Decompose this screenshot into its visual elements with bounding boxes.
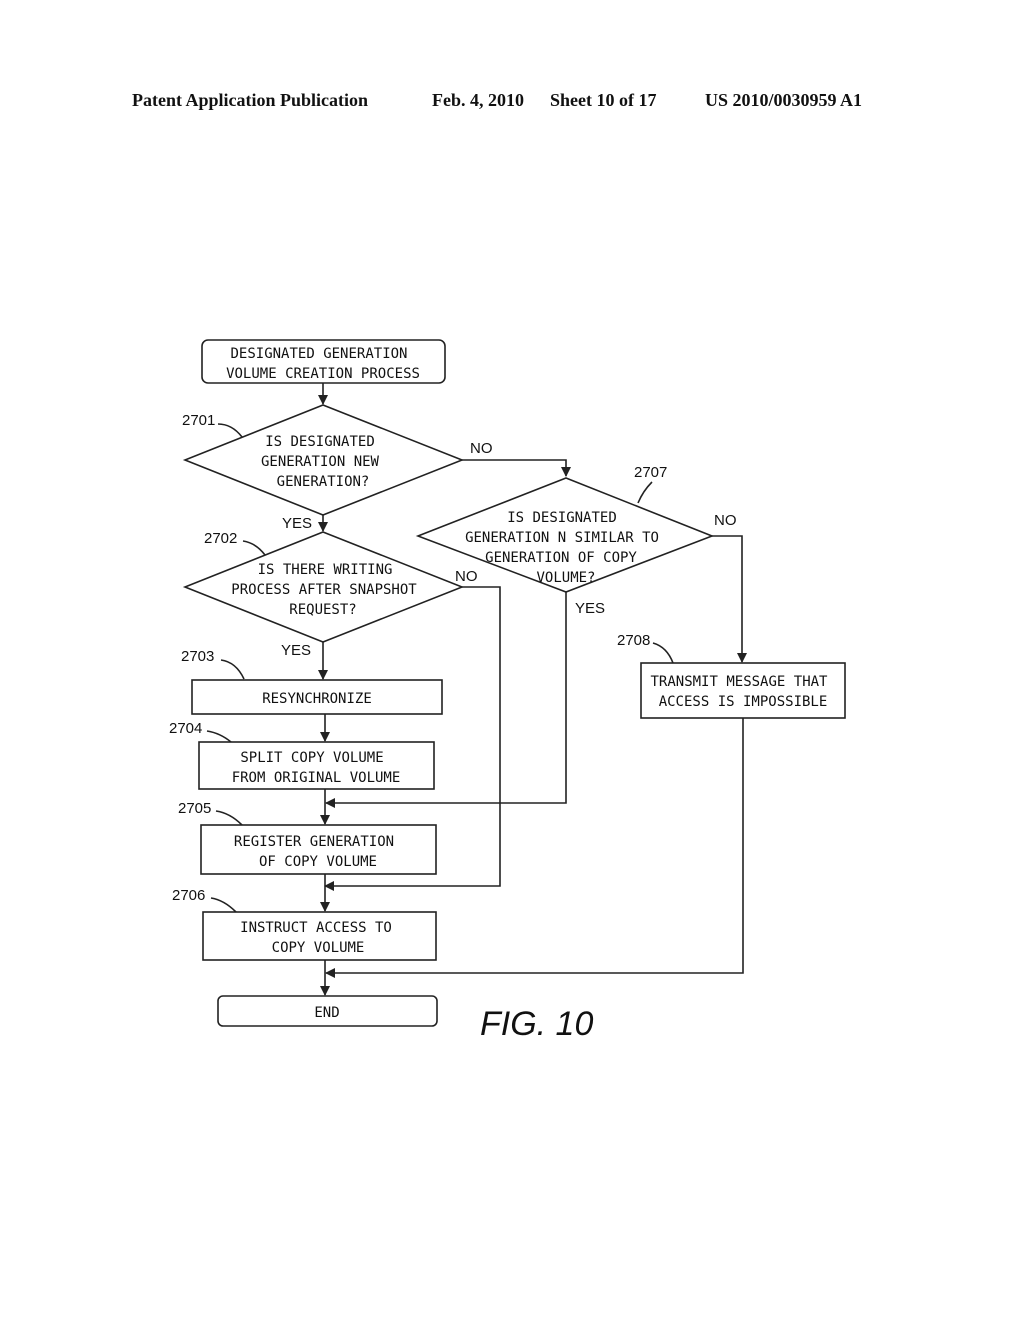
process-2705-line-2: OF COPY VOLUME <box>259 854 377 870</box>
decision-2707-line-4: VOLUME? <box>536 570 595 586</box>
edge-2701-no <box>462 459 571 477</box>
process-2705: REGISTER GENERATION OF COPY VOLUME <box>200 824 437 875</box>
ref-2702-leader <box>242 540 266 556</box>
end-terminal: END <box>217 995 438 1027</box>
decision-2707-line-1: IS DESIGNATED <box>507 510 617 526</box>
decision-2701-line-3: GENERATION? <box>277 474 370 490</box>
ref-2702: 2702 <box>204 530 237 547</box>
process-2704-line-2: FROM ORIGINAL VOLUME <box>232 770 401 786</box>
process-2708-line-2: ACCESS IS IMPOSSIBLE <box>659 694 828 710</box>
decision-2702: IS THERE WRITING PROCESS AFTER SNAPSHOT … <box>182 531 465 643</box>
decision-2702-line-2: PROCESS AFTER SNAPSHOT <box>231 582 417 598</box>
ref-2704: 2704 <box>169 720 202 737</box>
process-2703-line-1: RESYNCHRONIZE <box>262 691 372 707</box>
decision-2701-line-2: GENERATION NEW <box>261 454 380 470</box>
start-line-2: VOLUME CREATION PROCESS <box>226 366 420 382</box>
ref-2705-leader <box>215 810 243 826</box>
start-line-1: DESIGNATED GENERATION <box>230 346 407 362</box>
edge-label-2701-yes: YES <box>282 515 312 532</box>
ref-2707-leader <box>637 481 653 504</box>
process-2705-line-1: REGISTER GENERATION <box>234 834 394 850</box>
figure-label: FIG. 10 <box>480 1005 593 1043</box>
edge-label-2702-no: NO <box>455 568 478 585</box>
flowchart: DESIGNATED GENERATION VOLUME CREATION PR… <box>169 339 846 1043</box>
process-2708-line-1: TRANSMIT MESSAGE THAT <box>650 674 828 690</box>
process-2704-line-1: SPLIT COPY VOLUME <box>240 750 383 766</box>
ref-2707: 2707 <box>634 464 667 481</box>
edge-label-2701-no: NO <box>470 440 493 457</box>
ref-2706-leader <box>210 897 237 913</box>
decision-2702-line-3: REQUEST? <box>289 602 356 618</box>
process-2706-line-2: COPY VOLUME <box>272 940 365 956</box>
process-2706-line-1: INSTRUCT ACCESS TO <box>240 920 392 936</box>
edge-2707-no <box>712 535 747 663</box>
process-2708: TRANSMIT MESSAGE THAT ACCESS IS IMPOSSIB… <box>640 662 846 719</box>
ref-2701-leader <box>217 423 243 438</box>
end-label: END <box>314 1005 339 1021</box>
ref-2705: 2705 <box>178 800 211 817</box>
ref-2708-leader <box>652 642 674 664</box>
edge-label-2707-no: NO <box>714 512 737 529</box>
ref-2701: 2701 <box>182 412 215 429</box>
decision-2701: IS DESIGNATED GENERATION NEW GENERATION? <box>182 404 465 516</box>
ref-2708: 2708 <box>617 632 650 649</box>
ref-2704-leader <box>206 730 232 743</box>
process-2706: INSTRUCT ACCESS TO COPY VOLUME <box>202 911 437 961</box>
decision-2702-line-1: IS THERE WRITING <box>258 562 393 578</box>
process-2703: RESYNCHRONIZE <box>191 679 443 715</box>
ref-2706: 2706 <box>172 887 205 904</box>
process-2704: SPLIT COPY VOLUME FROM ORIGINAL VOLUME <box>198 741 435 790</box>
decision-2707-line-3: GENERATION OF COPY <box>485 550 637 566</box>
decision-2701-line-1: IS DESIGNATED <box>265 434 375 450</box>
ref-2703-leader <box>220 659 245 680</box>
edge-label-2702-yes: YES <box>281 642 311 659</box>
edge-label-2707-yes: YES <box>575 600 605 617</box>
ref-2703: 2703 <box>181 648 214 665</box>
decision-2707-line-2: GENERATION N SIMILAR TO <box>465 530 659 546</box>
start-terminal: DESIGNATED GENERATION VOLUME CREATION PR… <box>201 339 446 384</box>
